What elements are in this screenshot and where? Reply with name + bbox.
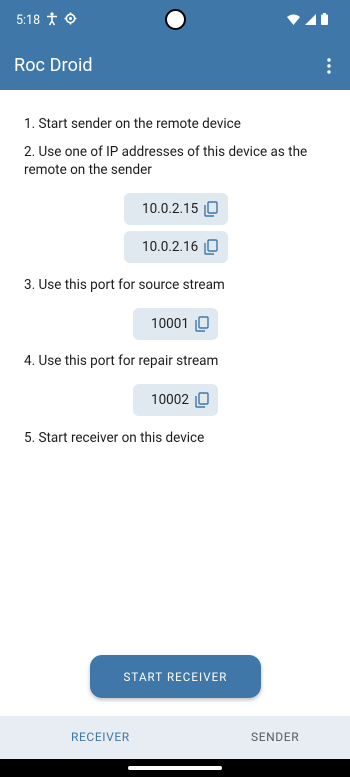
ip-address-text: 10.0.2.16 <box>142 239 199 255</box>
step-5-text: 5. Start receiver on this device <box>24 430 205 446</box>
wifi-icon <box>287 14 300 28</box>
step-1-text: 1. Start sender on the remote device <box>24 116 241 132</box>
top-bar: 5:18 Roc Droid <box>0 0 350 90</box>
accessibility-icon <box>46 12 58 29</box>
bottom-navigation: RECEIVER SENDER <box>0 716 350 759</box>
status-system-icons <box>287 13 328 28</box>
status-notification-icons <box>46 12 77 29</box>
step-2-text: 2. Use one of IP addresses of this devic… <box>24 144 308 178</box>
repair-port-text: 10002 <box>151 392 189 408</box>
copy-icon <box>195 316 209 332</box>
overflow-menu-button[interactable] <box>314 50 344 82</box>
more-vertical-icon <box>327 58 331 74</box>
camera-cutout <box>165 9 186 30</box>
start-receiver-button[interactable]: START RECEIVER <box>90 655 261 698</box>
step-3-text: 3. Use this port for source stream <box>24 277 225 293</box>
status-time: 5:18 <box>16 13 41 28</box>
status-bar: 5:18 <box>0 0 350 42</box>
ip-address-chip[interactable]: 10.0.2.15 <box>124 193 228 225</box>
system-gesture-bar <box>0 759 350 777</box>
receiver-instructions: 1. Start sender on the remote device 2. … <box>0 90 350 716</box>
copy-icon <box>195 392 209 408</box>
step-4-text: 4. Use this port for repair stream <box>24 353 219 369</box>
app-bar: Roc Droid <box>0 42 350 90</box>
battery-icon <box>321 13 328 28</box>
settings-gear-icon <box>64 12 77 29</box>
source-port-text: 10001 <box>151 316 189 332</box>
cellular-signal-icon <box>305 13 316 28</box>
home-gesture-handle[interactable] <box>128 766 222 770</box>
ip-address-chip[interactable]: 10.0.2.16 <box>124 231 228 263</box>
tab-sender[interactable]: SENDER <box>251 730 299 744</box>
tab-receiver[interactable]: RECEIVER <box>71 730 130 744</box>
copy-icon <box>204 239 218 255</box>
ip-address-text: 10.0.2.15 <box>142 201 199 217</box>
repair-port-chip[interactable]: 10002 <box>133 384 218 416</box>
source-port-chip[interactable]: 10001 <box>133 308 218 340</box>
copy-icon <box>204 201 218 217</box>
app-title: Roc Droid <box>14 55 93 76</box>
